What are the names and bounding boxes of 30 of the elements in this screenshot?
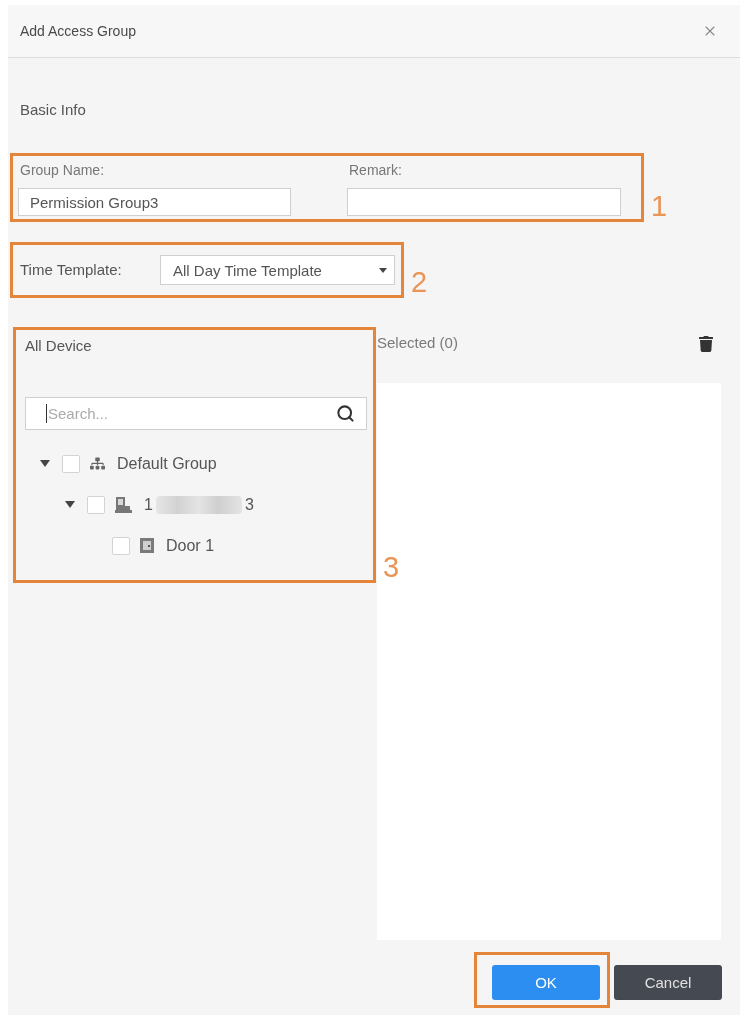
time-template-select[interactable]: All Day Time Template: [160, 255, 395, 285]
callout-number: 3: [383, 552, 400, 582]
search-field[interactable]: Search...: [25, 397, 367, 430]
checkbox[interactable]: [87, 495, 105, 514]
field-label: Group Name:: [20, 161, 105, 179]
callout-number: 2: [411, 267, 428, 297]
trash-icon[interactable]: [698, 336, 714, 352]
field-label: Time Template:: [20, 261, 123, 279]
door-icon: [140, 538, 154, 553]
caret-icon: [379, 267, 387, 273]
tree-node-label[interactable]: Default Group: [117, 453, 217, 474]
field-label: Remark:: [349, 161, 402, 179]
tree-node-label[interactable]: 3: [244, 494, 254, 515]
caret-icon[interactable]: [65, 501, 75, 508]
tree-node-label[interactable]: Door 1: [166, 535, 215, 556]
tree-node-label[interactable]: 1: [144, 494, 153, 515]
device-icon: [115, 496, 132, 513]
search-icon[interactable]: [336, 404, 355, 423]
checkbox[interactable]: [62, 454, 80, 473]
panel-title: All Device: [25, 337, 93, 355]
cancel-button[interactable]: Cancel: [614, 965, 722, 1000]
checkbox[interactable]: [112, 536, 130, 555]
caret-icon[interactable]: [40, 460, 50, 467]
section-heading: Basic Info: [20, 101, 86, 119]
panel-title: Selected (0): [377, 334, 458, 352]
callout-number: 1: [651, 191, 668, 221]
dialog-title: Add Access Group: [20, 22, 136, 40]
text-input-field[interactable]: [347, 188, 621, 216]
hierarchy-icon: [90, 456, 105, 471]
text-input-field[interactable]: Permission Group3: [18, 188, 291, 216]
